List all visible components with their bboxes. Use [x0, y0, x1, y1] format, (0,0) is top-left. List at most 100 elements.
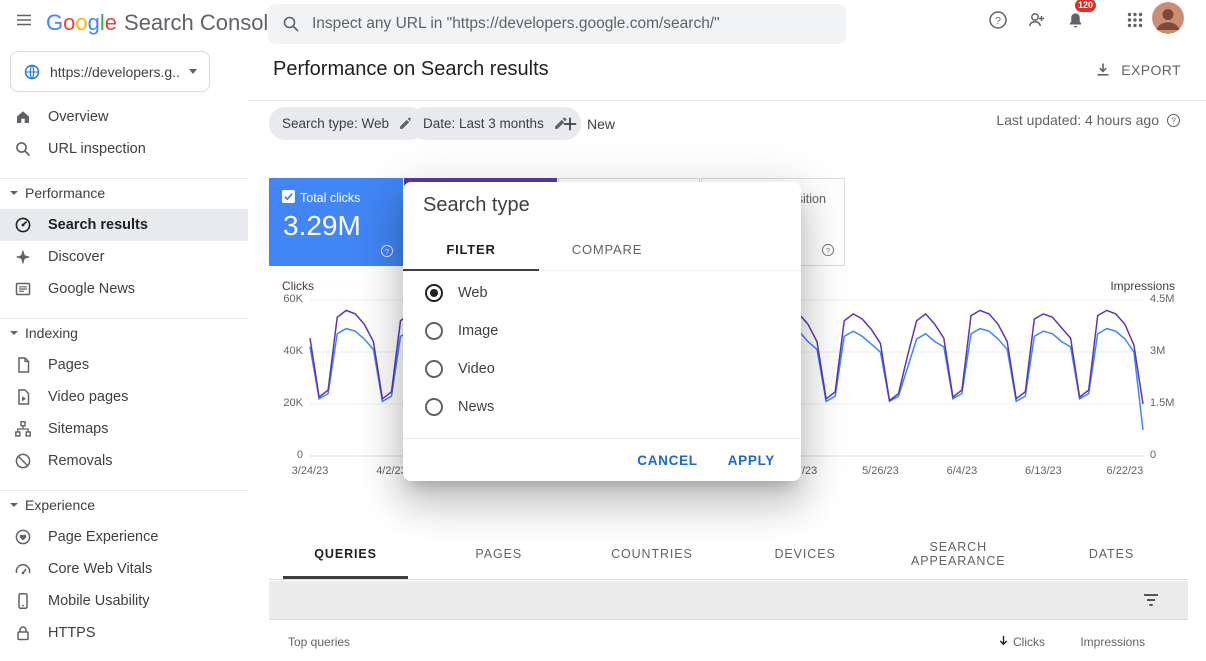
- section-label: Performance: [25, 185, 105, 201]
- tab-pages[interactable]: PAGES: [422, 528, 575, 579]
- column-header-impressions[interactable]: Impressions: [1080, 635, 1145, 649]
- search-type-option-image[interactable]: Image: [403, 312, 801, 350]
- sidebar-item-label: Pages: [48, 357, 89, 373]
- hamburger-icon: [15, 11, 33, 29]
- sidebar-item-label: Search results: [48, 217, 148, 233]
- page-title: Performance on Search results: [273, 58, 549, 81]
- sidebar-item-label: Mobile Usability: [48, 593, 150, 609]
- search-type-option-video[interactable]: Video: [403, 350, 801, 388]
- sidebar-item-overview[interactable]: Overview: [0, 101, 248, 133]
- tab-countries[interactable]: COUNTRIES: [575, 528, 728, 579]
- url-inspect-searchbar[interactable]: [268, 4, 846, 44]
- svg-text:?: ?: [1171, 116, 1176, 125]
- x-axis-label: 6/22/23: [1095, 465, 1155, 477]
- tab-label: QUERIES: [314, 547, 377, 561]
- tab-search-appearance[interactable]: SEARCH APPEARANCE: [882, 528, 1035, 579]
- discover-icon: [14, 248, 32, 266]
- sidebar-item-label: Overview: [48, 109, 108, 125]
- search-type-option-web[interactable]: Web: [403, 274, 801, 312]
- sidebar-item-page-experience[interactable]: Page Experience: [0, 521, 248, 553]
- help-button[interactable]: ?: [982, 4, 1014, 36]
- table-filter-button[interactable]: [1142, 591, 1160, 609]
- search-type-chip[interactable]: Search type: Web: [269, 107, 426, 140]
- sidebar: https://developers.g... Overview URL ins…: [0, 48, 248, 661]
- total-clicks-card[interactable]: Total clicks 3.29M ?: [269, 178, 403, 266]
- sidebar-section-performance[interactable]: Performance: [0, 183, 248, 203]
- dialog-tab-filter[interactable]: FILTER: [403, 228, 539, 270]
- mobile-icon: [14, 592, 32, 610]
- section-label: Experience: [25, 497, 95, 513]
- sidebar-divider: [0, 178, 248, 179]
- search-type-option-news[interactable]: News: [403, 388, 801, 426]
- dialog-tab-compare[interactable]: COMPARE: [539, 228, 675, 270]
- help-circle-icon[interactable]: ?: [821, 243, 835, 257]
- property-selector[interactable]: https://developers.g...: [10, 51, 210, 92]
- notifications-button[interactable]: 120: [1059, 4, 1091, 36]
- core-web-vitals-icon: [14, 560, 32, 578]
- apply-button[interactable]: APPLY: [728, 453, 775, 468]
- checkbox-checked-icon: [282, 190, 295, 203]
- sidebar-item-sitemaps[interactable]: Sitemaps: [0, 413, 248, 445]
- x-axis-label: 6/13/23: [1013, 465, 1073, 477]
- google-logo: Google: [46, 10, 117, 36]
- sidebar-item-label: Sitemaps: [48, 421, 108, 437]
- plus-icon: [561, 115, 579, 133]
- tab-label: DATES: [1089, 547, 1134, 561]
- help-circle-icon[interactable]: ?: [1166, 113, 1181, 128]
- sidebar-section-indexing[interactable]: Indexing: [0, 323, 248, 343]
- help-icon: ?: [988, 10, 1008, 30]
- tab-devices[interactable]: DEVICES: [729, 528, 882, 579]
- bell-icon: [1066, 11, 1085, 30]
- triangle-down-icon: [10, 503, 18, 507]
- dialog-title: Search type: [423, 194, 530, 217]
- performance-icon: [14, 216, 32, 234]
- sidebar-item-core-web-vitals[interactable]: Core Web Vitals: [0, 553, 248, 585]
- chip-label: Search type: Web: [282, 116, 389, 131]
- cancel-button[interactable]: CANCEL: [637, 453, 697, 468]
- x-axis-label: 6/4/23: [932, 465, 992, 477]
- account-avatar[interactable]: [1152, 2, 1184, 34]
- export-button[interactable]: EXPORT: [1094, 61, 1181, 79]
- tab-dates[interactable]: DATES: [1035, 528, 1188, 579]
- help-circle-icon[interactable]: ?: [380, 244, 394, 258]
- sidebar-section-experience[interactable]: Experience: [0, 495, 248, 515]
- column-header-top-queries[interactable]: Top queries: [288, 635, 350, 649]
- tab-label: PAGES: [475, 547, 522, 561]
- chevron-down-icon: [189, 69, 197, 74]
- sidebar-item-mobile-usability[interactable]: Mobile Usability: [0, 585, 248, 617]
- sort-descending-icon[interactable]: [997, 634, 1010, 647]
- header-divider: [248, 100, 1206, 101]
- search-input[interactable]: [312, 15, 832, 33]
- y-axis-left-label: 20K: [269, 397, 303, 409]
- inspect-icon: [14, 140, 32, 158]
- home-icon: [14, 108, 32, 126]
- pages-icon: [14, 356, 32, 374]
- new-filter-button[interactable]: New: [561, 107, 615, 140]
- tab-queries[interactable]: QUERIES: [269, 528, 422, 579]
- sidebar-item-removals[interactable]: Removals: [0, 445, 248, 477]
- main-menu-button[interactable]: [8, 4, 40, 36]
- sidebar-item-google-news[interactable]: Google News: [0, 273, 248, 305]
- sidebar-item-pages[interactable]: Pages: [0, 349, 248, 381]
- sidebar-item-https[interactable]: HTTPS: [0, 617, 248, 649]
- sidebar-item-label: Page Experience: [48, 529, 158, 545]
- radio-icon: [425, 398, 443, 416]
- sidebar-item-video-pages[interactable]: Video pages: [0, 381, 248, 413]
- column-header-clicks[interactable]: Clicks: [1013, 635, 1045, 649]
- y-axis-right-label: 1.5M: [1150, 397, 1174, 409]
- tab-label: COMPARE: [572, 242, 642, 257]
- app-logo[interactable]: Google Search Console: [46, 10, 281, 36]
- date-range-chip[interactable]: Date: Last 3 months: [410, 107, 581, 140]
- sidebar-item-search-results[interactable]: Search results: [0, 209, 248, 241]
- option-label: Video: [458, 361, 495, 377]
- radio-selected-icon: [425, 284, 443, 302]
- google-apps-button[interactable]: [1119, 4, 1151, 36]
- sidebar-item-discover[interactable]: Discover: [0, 241, 248, 273]
- y-axis-right-label: 4.5M: [1150, 293, 1174, 305]
- svg-text:?: ?: [995, 15, 1001, 27]
- manage-users-button[interactable]: [1020, 4, 1052, 36]
- option-label: Web: [458, 285, 488, 301]
- chip-label: Date: Last 3 months: [423, 116, 544, 131]
- sidebar-item-url-inspection[interactable]: URL inspection: [0, 133, 248, 165]
- table-toolbar: [269, 581, 1188, 620]
